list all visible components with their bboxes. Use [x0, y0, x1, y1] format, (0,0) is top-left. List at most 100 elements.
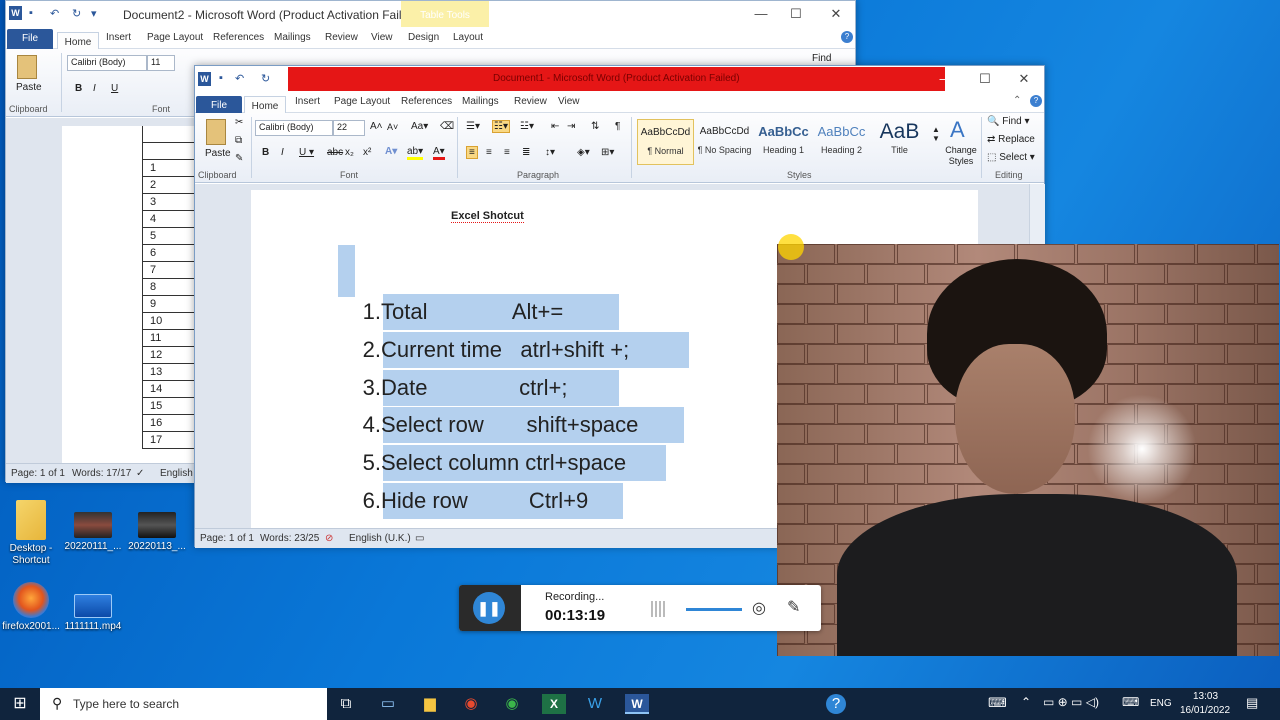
table-row[interactable]: 5 [143, 228, 196, 245]
search-box[interactable]: ⚲ Type here to search [40, 688, 327, 720]
shrink-font-icon[interactable]: A˅ [387, 122, 398, 132]
table-row[interactable] [143, 126, 196, 143]
bold-button[interactable]: B [262, 147, 269, 158]
redo-icon[interactable]: ↻ [261, 72, 270, 85]
change-styles-button[interactable]: Change Styles [945, 145, 977, 167]
copy-icon[interactable]: ⧉ [235, 135, 242, 146]
line-spacing-icon[interactable]: ↕▾ [545, 147, 555, 158]
redo-icon[interactable]: ↻ [72, 7, 81, 20]
notifications-icon[interactable]: ▤ [1246, 695, 1258, 711]
subscript-button[interactable]: x₂ [345, 147, 354, 158]
clock-date[interactable]: 16/01/2022 [1180, 705, 1230, 716]
paste-icon[interactable] [206, 119, 226, 145]
tab-insert[interactable]: Insert [295, 96, 320, 107]
qat-dropdown-icon[interactable]: ▾ [91, 7, 97, 20]
table-row[interactable]: 11 [143, 330, 196, 347]
pause-button[interactable]: ❚❚ [459, 585, 521, 631]
text-effects-icon[interactable]: A▾ [385, 146, 397, 157]
desktop-shortcut-icon[interactable]: Desktop - Shortcut [0, 500, 66, 567]
tab-review[interactable]: Review [514, 96, 547, 107]
italic-button[interactable]: I [281, 147, 284, 158]
minimize-button[interactable]: — [746, 3, 776, 25]
clock-time[interactable]: 13:03 [1193, 691, 1218, 702]
highlight-color-icon[interactable]: ab▾ [407, 146, 424, 160]
replace-button[interactable]: ⇄ Replace [987, 134, 1035, 145]
style-no-spacing[interactable]: AaBbCcDd ¶ No Spacing [696, 119, 753, 165]
document-heading[interactable]: Excel Shotcut [451, 210, 524, 223]
shortcut-list[interactable]: 1. Total Alt+= 2. Current time atrl+shift … [359, 294, 759, 534]
table-row[interactable]: 6 [143, 245, 196, 262]
table[interactable]: 1 2 3 4 5 6 7 8 9 10 11 12 13 14 15 16 17 [142, 126, 196, 449]
table-row[interactable]: 3 [143, 194, 196, 211]
strikethrough-button[interactable]: abc [327, 147, 343, 158]
select-button[interactable]: ⬚ Select ▾ [987, 152, 1035, 163]
page-count[interactable]: Page: 1 of 1 [11, 468, 65, 479]
tab-insert[interactable]: Insert [106, 32, 131, 43]
tab-view[interactable]: View [558, 96, 580, 107]
language[interactable]: English (U.K.) [349, 533, 411, 544]
word-count[interactable]: Words: 17/17 [72, 468, 131, 479]
mp4-file-icon[interactable]: 1111111.mp4 [58, 594, 128, 633]
file-explorer-icon[interactable]: ▆ [418, 694, 442, 714]
table-row[interactable]: 9 [143, 296, 196, 313]
tab-references[interactable]: References [401, 96, 452, 107]
paste-button[interactable]: Paste [205, 148, 231, 159]
proofing-icon[interactable]: ✓ [136, 468, 144, 479]
italic-button[interactable]: I [93, 83, 96, 94]
align-left-icon[interactable]: ≡ [466, 146, 478, 159]
page-count[interactable]: Page: 1 of 1 [200, 533, 254, 544]
table-row[interactable]: 2 [143, 177, 196, 194]
close-button[interactable]: ✕ [821, 3, 851, 25]
task-view-icon[interactable]: ⧉ [334, 694, 358, 714]
justify-icon[interactable]: ≣ [522, 147, 530, 158]
table-row[interactable]: 12 [143, 347, 196, 364]
table-row[interactable]: 7 [143, 262, 196, 279]
tab-page-layout[interactable]: Page Layout [334, 96, 390, 107]
start-button[interactable]: ⊞ [8, 694, 32, 714]
tab-file[interactable]: File [7, 29, 53, 49]
title-bar[interactable]: W ▪ ↶ ↻ ▾ Document2 - Microsoft Word (Pr… [6, 1, 855, 27]
table-row[interactable]: 8 [143, 279, 196, 296]
superscript-button[interactable]: x² [363, 147, 371, 158]
format-painter-icon[interactable]: ✎ [235, 153, 243, 164]
tab-mailings[interactable]: Mailings [462, 96, 499, 107]
help-app-icon[interactable]: ? [826, 694, 846, 714]
find-button[interactable]: 🔍 Find ▾ [987, 116, 1030, 127]
minimize-button[interactable]: — [931, 68, 961, 90]
tab-layout[interactable]: Layout [453, 32, 483, 43]
table-row[interactable]: 16 [143, 415, 196, 432]
underline-button[interactable]: U [111, 83, 118, 94]
save-icon[interactable]: ▪ [219, 72, 223, 84]
font-size-field[interactable]: 11 [147, 55, 175, 71]
table-row[interactable] [143, 143, 196, 160]
cut-icon[interactable]: ✂ [235, 117, 243, 128]
screen-recorder-app-icon[interactable]: ▭ [376, 694, 400, 714]
numbering-icon[interactable]: ☷▾ [492, 120, 510, 133]
change-styles-icon[interactable]: A [950, 117, 965, 143]
tab-review[interactable]: Review [325, 32, 358, 43]
paste-button[interactable]: Paste [16, 82, 42, 93]
title-bar[interactable]: W ▪ ↶ ↻ Document1 - Microsoft Word (Prod… [195, 66, 1044, 91]
keyboard-icon[interactable]: ⌨ [988, 695, 1007, 711]
table-row[interactable]: 10 [143, 313, 196, 330]
center-icon[interactable]: ≡ [486, 147, 492, 158]
input-indicator-icon[interactable]: ⌨ [1122, 695, 1139, 709]
shading-icon[interactable]: ◈▾ [577, 147, 590, 158]
table-row[interactable]: 14 [143, 381, 196, 398]
font-color-icon[interactable]: A▾ [433, 146, 445, 160]
show-marks-icon[interactable]: ¶ [615, 121, 620, 132]
style-heading-1[interactable]: AaBbCc Heading 1 [755, 119, 812, 165]
styles-more-icon[interactable]: ▲ ▼ [932, 125, 940, 143]
word-count[interactable]: Words: 23/25 [260, 533, 319, 544]
minimize-ribbon-icon[interactable]: ⌃ [1013, 95, 1021, 106]
paste-icon[interactable] [17, 55, 37, 79]
chrome-alt-icon[interactable]: ◉ [459, 694, 483, 714]
tab-references[interactable]: References [213, 32, 264, 43]
underline-button[interactable]: U ▾ [299, 147, 314, 158]
bullets-icon[interactable]: ☰▾ [466, 121, 480, 132]
align-right-icon[interactable]: ≡ [504, 147, 510, 158]
clear-formatting-icon[interactable]: ⌫ [440, 121, 454, 132]
increase-indent-icon[interactable]: ⇥ [567, 121, 575, 132]
find-button[interactable]: Find [812, 53, 831, 64]
help-icon[interactable]: ? [841, 31, 853, 43]
